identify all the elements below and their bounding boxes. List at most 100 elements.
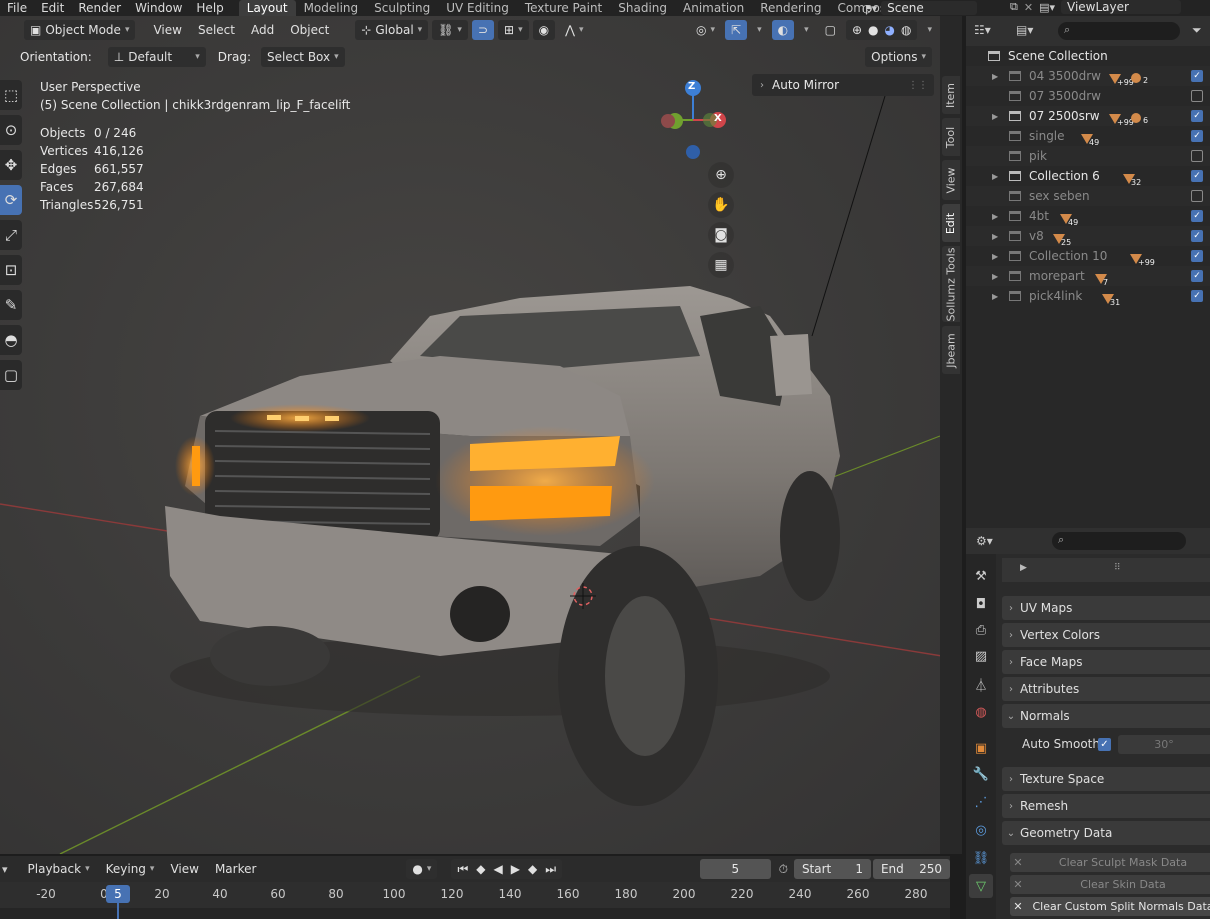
expand-arrow-icon[interactable]: ▶ (992, 252, 998, 261)
outliner-row[interactable]: ▶ Collection 10 +99 ✓ (966, 246, 1210, 267)
outliner-row[interactable]: pik (966, 146, 1210, 166)
tab-animation[interactable]: Animation (675, 0, 752, 16)
mode-selector[interactable]: ▣ Object Mode ▾ (24, 20, 136, 40)
geometry-button[interactable]: ✕ Clear Skin Data (1010, 875, 1210, 894)
panel-texture-space[interactable]: › Texture Space (1002, 767, 1210, 791)
measure-tool[interactable]: ◓ (0, 325, 22, 355)
snap-toggle[interactable]: ⊃ (471, 20, 495, 40)
exclude-checkbox[interactable]: ✓ (1191, 230, 1203, 242)
render-properties-tab[interactable]: ◘ (969, 592, 993, 616)
tab-shading[interactable]: Shading (610, 0, 675, 16)
playhead[interactable]: 5 (106, 885, 130, 903)
select-box-tool[interactable]: ⬚ (0, 80, 22, 110)
panel-remesh[interactable]: › Remesh (1002, 794, 1210, 818)
exclude-checkbox[interactable]: ✓ (1191, 70, 1203, 82)
panel-uv-maps[interactable]: › UV Maps (1002, 596, 1210, 620)
expand-arrow-icon[interactable]: ▶ (992, 292, 998, 301)
outliner-row[interactable]: sex seben (966, 186, 1210, 206)
panel-vertex-colors[interactable]: › Vertex Colors (1002, 623, 1210, 647)
auto-smooth-angle-field[interactable]: 30° (1118, 735, 1210, 754)
output-properties-tab[interactable]: ⎙ (969, 618, 993, 642)
stopwatch-icon[interactable]: ⏱ (779, 862, 788, 877)
object-count-badge[interactable]: 6 (1131, 110, 1148, 125)
pan-button[interactable]: ✋ (708, 192, 734, 218)
expand-arrow-icon[interactable]: ▶ (992, 212, 998, 221)
camera-view-button[interactable]: ◙ (708, 222, 734, 248)
scene-properties-tab[interactable]: ⏃ (969, 672, 993, 696)
annotate-tool[interactable]: ✎ (0, 290, 22, 320)
mesh-count-badge[interactable]: 7 (1095, 270, 1108, 287)
falloff-button[interactable]: ⋀ ▾ (559, 20, 589, 40)
tab-modeling[interactable]: Modeling (296, 0, 367, 16)
outliner-row[interactable]: ▶ 07 2500srw +99 6 ✓ (966, 106, 1210, 127)
menu-help[interactable]: Help (189, 0, 230, 16)
expand-arrow-icon[interactable]: ▶ (992, 72, 998, 81)
snap-options[interactable]: ⊞ ▾ (498, 20, 529, 40)
rendered-shading-icon[interactable]: ◍ (901, 20, 911, 40)
geometry-button[interactable]: ✕ Clear Custom Split Normals Data (1010, 897, 1210, 916)
scene-name-field[interactable]: Scene (881, 1, 978, 15)
outliner-search-input[interactable]: ⌕ (1058, 22, 1180, 40)
menu-select[interactable]: Select (192, 20, 241, 40)
outliner-row[interactable]: single 49 ✓ (966, 126, 1210, 147)
collapsed-subpanel[interactable]: ▶ ⠿ (1002, 558, 1210, 582)
material-shading-icon[interactable]: ◕ (885, 20, 895, 40)
close-icon[interactable]: ✕ (1024, 1, 1033, 14)
solid-shading-icon[interactable]: ● (868, 20, 878, 40)
rotate-tool[interactable]: ⟳ (0, 185, 22, 215)
auto-smooth-checkbox[interactable]: ✓ (1098, 738, 1111, 751)
display-mode-icon[interactable]: ▤▾ (1016, 23, 1033, 37)
navigation-gizmo[interactable]: Z X (650, 78, 740, 168)
exclude-checkbox[interactable] (1191, 90, 1203, 102)
outliner-row[interactable]: ▶ morepart 7 ✓ (966, 266, 1210, 287)
exclude-checkbox[interactable]: ✓ (1191, 270, 1203, 282)
mesh-count-badge[interactable]: 49 (1060, 210, 1078, 227)
play-icon[interactable]: ▶ (511, 859, 520, 879)
panel-normals[interactable]: ⌄ Normals (1002, 704, 1210, 728)
panel-face-maps[interactable]: › Face Maps (1002, 650, 1210, 674)
menu-object[interactable]: Object (284, 20, 335, 40)
physics-properties-tab[interactable]: ◎ (969, 818, 993, 842)
menu-view[interactable]: View (147, 20, 187, 40)
proportional-edit-toggle[interactable]: ◉ (532, 20, 556, 40)
visibility-button[interactable]: ◎ ▾ (690, 20, 721, 40)
properties-editor-icon[interactable]: ⚙▾ (976, 534, 993, 548)
menu-edit[interactable]: Edit (34, 0, 71, 16)
scene-selector[interactable]: ◔▾ Scene (862, 1, 978, 15)
tab-edit[interactable]: Edit (942, 204, 960, 242)
tab-layout[interactable]: Layout (238, 0, 296, 16)
outliner-row[interactable]: ▶ Collection 6 32 ✓ (966, 166, 1210, 187)
mesh-count-badge[interactable]: 49 (1081, 130, 1099, 147)
world-properties-tab[interactable]: ◍ (969, 700, 993, 724)
jump-end-icon[interactable]: ⏭ (545, 859, 556, 879)
jump-start-icon[interactable]: ⏮ (457, 859, 468, 879)
move-tool[interactable]: ✥ (0, 150, 22, 180)
copy-scene-icon[interactable]: ⧉ (1010, 0, 1018, 14)
constraints-properties-tab[interactable]: ⛓ (969, 846, 993, 870)
view-layer-field[interactable]: ViewLayer (1061, 0, 1181, 14)
overlay-toggle[interactable]: ◐ (771, 20, 795, 40)
mesh-data-properties-tab[interactable]: ▽ (969, 874, 993, 898)
drag-handle-icon[interactable]: ⋮⋮ (908, 80, 928, 91)
timeline-view-menu[interactable]: View (164, 859, 204, 879)
outliner-row[interactable]: 07 3500drw (966, 86, 1210, 106)
transform-tool[interactable]: ⊡ (0, 255, 22, 285)
start-frame-field[interactable]: Start 1 (793, 859, 871, 879)
exclude-checkbox[interactable] (1191, 150, 1203, 162)
tab-sculpting[interactable]: Sculpting (366, 0, 438, 16)
tab-uv-editing[interactable]: UV Editing (438, 0, 517, 16)
exclude-checkbox[interactable]: ✓ (1191, 130, 1203, 142)
modifier-properties-tab[interactable]: 🔧 (969, 762, 993, 786)
menu-file[interactable]: File (0, 0, 34, 16)
tab-view[interactable]: View (942, 160, 960, 200)
3d-viewport[interactable]: ▣ Object Mode ▾ View Select Add Object ⊹… (0, 16, 942, 854)
exclude-checkbox[interactable]: ✓ (1191, 210, 1203, 222)
object-properties-tab[interactable]: ▣ (969, 736, 993, 760)
transform-orientation[interactable]: ⊹ Global ▾ (355, 20, 429, 40)
drag-handle-icon[interactable]: ⠿ (1114, 563, 1121, 573)
expand-arrow-icon[interactable]: ▶ (992, 112, 998, 121)
mesh-count-badge[interactable]: 25 (1053, 230, 1071, 247)
exclude-checkbox[interactable]: ✓ (1191, 170, 1203, 182)
tab-jbeam[interactable]: Jbeam (942, 326, 960, 374)
mesh-count-badge[interactable]: 31 (1102, 290, 1120, 307)
